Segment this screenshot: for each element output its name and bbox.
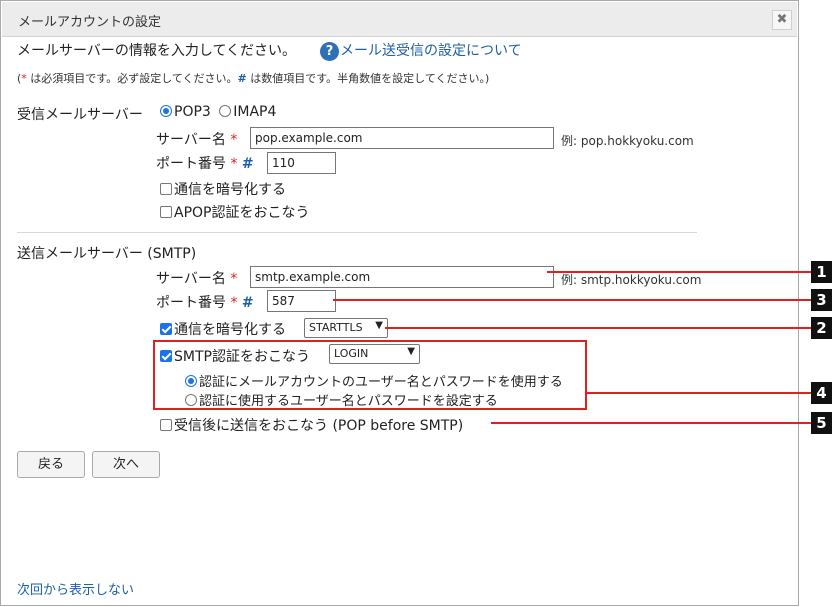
outgoing-port-text: ポート番号 bbox=[156, 295, 226, 311]
imap4-radio[interactable] bbox=[219, 105, 232, 117]
incoming-server-name-input[interactable]: pop.example.com bbox=[250, 127, 554, 149]
callout-line-2 bbox=[385, 327, 811, 329]
outgoing-server-name-text: サーバー名 bbox=[156, 271, 226, 287]
auth-option-1-radio[interactable] bbox=[185, 375, 197, 387]
callout-badge-3: 3 bbox=[811, 289, 832, 311]
next-button[interactable]: 次へ bbox=[92, 451, 160, 478]
smtp-auth-label: SMTP認証をおこなう bbox=[174, 349, 310, 365]
incoming-protocol-group: POP3 IMAP4 bbox=[160, 104, 276, 120]
chevron-down-icon: ▼ bbox=[375, 320, 383, 331]
imap4-label: IMAP4 bbox=[233, 104, 277, 120]
required-mark: * bbox=[230, 156, 238, 172]
field-note: (* は必須項目です。必ず設定してください。# は数値項目です。半角数値を設定し… bbox=[17, 70, 489, 86]
outgoing-encrypt-checkbox[interactable] bbox=[160, 323, 172, 335]
dont-show-again-link[interactable]: 次回から表示しない bbox=[17, 579, 134, 598]
outgoing-server-label: 送信メールサーバー (SMTP) bbox=[17, 246, 197, 262]
mail-account-dialog: メールアカウントの設定 ✖ bbox=[0, 0, 799, 606]
callout-badge-1: 1 bbox=[811, 261, 832, 283]
required-mark: * bbox=[230, 295, 238, 311]
outgoing-server-example: 例: smtp.hokkyoku.com bbox=[561, 273, 702, 287]
auth-option-2-row: 認証に使用するユーザー名とパスワードを設定する bbox=[185, 390, 498, 409]
outgoing-encrypt-row: 通信を暗号化する bbox=[160, 319, 286, 339]
dialog-title: メールアカウントの設定 bbox=[18, 15, 162, 30]
chevron-down-icon: ▼ bbox=[407, 346, 415, 357]
note-part1: は必須項目です。必ず設定してください。 bbox=[26, 72, 238, 85]
auth-option-2-radio[interactable] bbox=[185, 394, 197, 406]
outgoing-port-input[interactable]: 587 bbox=[267, 290, 336, 312]
pop3-label: POP3 bbox=[174, 104, 211, 120]
smtp-auth-method-value: LOGIN bbox=[334, 347, 369, 360]
auth-option-2-label: 認証に使用するユーザー名とパスワードを設定する bbox=[199, 394, 498, 409]
smtp-auth-checkbox[interactable] bbox=[160, 350, 172, 362]
smtp-auth-row: SMTP認証をおこなう bbox=[160, 346, 310, 366]
callout-line-4 bbox=[587, 392, 811, 394]
dialog-titlebar: メールアカウントの設定 ✖ bbox=[2, 2, 797, 37]
help-icon[interactable]: ? bbox=[320, 42, 339, 61]
callout-badge-4: 4 bbox=[811, 382, 832, 404]
callout-badge-5: 5 bbox=[811, 412, 832, 434]
apop-checkbox[interactable] bbox=[160, 206, 172, 218]
incoming-encrypt-row: 通信を暗号化する bbox=[160, 179, 286, 199]
incoming-port-input[interactable]: 110 bbox=[267, 152, 336, 174]
apop-label: APOP認証をおこなう bbox=[174, 205, 310, 221]
incoming-server-example: 例: pop.hokkyoku.com bbox=[561, 134, 694, 148]
outgoing-server-name-input[interactable]: smtp.example.com bbox=[250, 266, 554, 288]
apop-row: APOP認証をおこなう bbox=[160, 202, 309, 222]
pop3-radio[interactable] bbox=[160, 105, 172, 117]
incoming-server-name-text: サーバー名 bbox=[156, 132, 226, 148]
callout-line-5 bbox=[491, 422, 811, 424]
pop-before-smtp-label: 受信後に送信をおこなう (POP before SMTP) bbox=[174, 418, 464, 434]
required-mark: * bbox=[230, 271, 238, 287]
incoming-port-text: ポート番号 bbox=[156, 156, 226, 172]
pop-before-smtp-row: 受信後に送信をおこなう (POP before SMTP) bbox=[160, 415, 463, 435]
encryption-method-value: STARTTLS bbox=[309, 321, 363, 334]
numeric-mark: # bbox=[241, 156, 254, 172]
incoming-encrypt-label: 通信を暗号化する bbox=[174, 182, 286, 198]
callout-line-1 bbox=[547, 271, 811, 273]
intro-text: メールサーバーの情報を入力してください。 bbox=[17, 43, 297, 59]
back-button[interactable]: 戻る bbox=[17, 451, 85, 478]
encryption-method-select[interactable]: STARTTLS ▼ bbox=[304, 318, 388, 338]
incoming-encrypt-checkbox[interactable] bbox=[160, 183, 172, 195]
outgoing-port-label: ポート番号 * # bbox=[156, 292, 254, 312]
auth-option-1-row: 認証にメールアカウントのユーザー名とパスワードを使用する bbox=[185, 371, 563, 390]
incoming-server-name-label: サーバー名 * bbox=[156, 129, 237, 149]
outgoing-server-name-label: サーバー名 * bbox=[156, 268, 237, 288]
smtp-auth-method-select[interactable]: LOGIN ▼ bbox=[329, 344, 420, 364]
required-mark: * bbox=[230, 132, 238, 148]
outgoing-encrypt-label: 通信を暗号化する bbox=[174, 322, 286, 338]
auth-option-1-label: 認証にメールアカウントのユーザー名とパスワードを使用する bbox=[199, 375, 563, 390]
close-icon[interactable]: ✖ bbox=[772, 10, 792, 30]
help-link[interactable]: メール送受信の設定について bbox=[340, 40, 522, 60]
section-divider bbox=[17, 232, 697, 233]
pop-before-smtp-checkbox[interactable] bbox=[160, 419, 172, 431]
callout-badge-2: 2 bbox=[811, 317, 832, 339]
numeric-mark: # bbox=[241, 295, 254, 311]
note-part2: は数値項目です。半角数値を設定してください。) bbox=[246, 72, 490, 85]
incoming-port-label: ポート番号 * # bbox=[156, 153, 254, 173]
callout-line-3 bbox=[333, 299, 811, 301]
incoming-server-label: 受信メールサーバー bbox=[17, 107, 143, 123]
note-numeric-mark: # bbox=[237, 72, 247, 85]
